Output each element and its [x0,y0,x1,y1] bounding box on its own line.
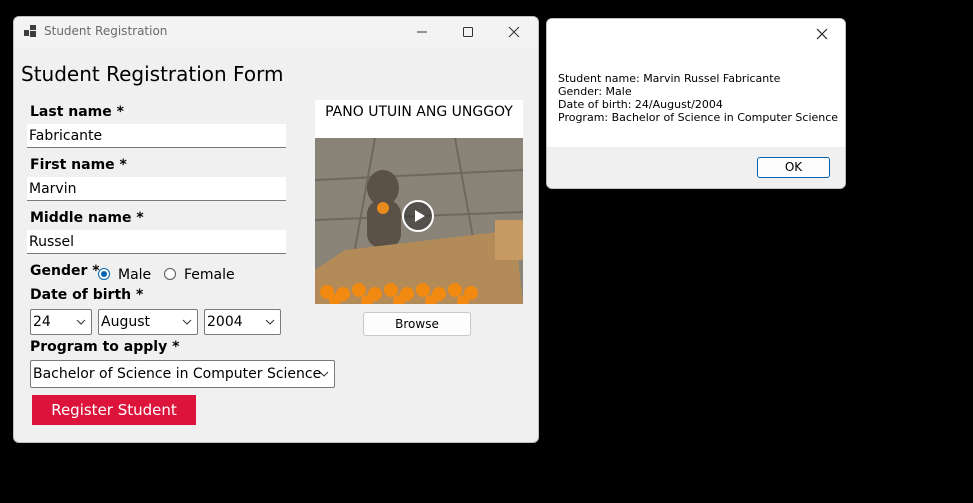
gender-female-radio[interactable] [164,268,176,280]
dob-month-value: August [101,314,150,330]
form-title: Student Registration Form [21,62,284,86]
maximize-icon [463,27,473,37]
register-student-button[interactable]: Register Student [32,395,196,425]
dialog-footer: OK [547,147,845,188]
dialog-line-dob: Date of birth: 24/August/2004 [558,98,723,111]
dialog-line-program: Program: Bachelor of Science in Computer… [558,111,839,124]
ok-button[interactable]: OK [757,157,830,178]
chevron-down-icon [265,319,275,325]
dob-year-select[interactable]: 2004 [204,309,281,335]
gender-male-label[interactable]: Male [118,267,151,283]
dialog-message: Student name: Marvin Russel Fabricante G… [558,72,838,124]
chevron-down-icon [319,371,329,377]
dob-month-select[interactable]: August [98,309,198,335]
title-bar[interactable]: Student Registration [14,17,538,47]
program-value: Bachelor of Science in Computer Science [33,366,322,382]
maximize-button[interactable] [445,17,491,47]
minimize-button[interactable] [399,17,445,47]
dob-year-value: 2004 [207,314,243,330]
gender-male-radio[interactable] [98,268,110,280]
registration-window: Student Registration Student Registratio… [13,16,539,443]
gender-female-label[interactable]: Female [184,267,235,283]
program-label: Program to apply * [30,339,180,355]
first-name-label: First name * [30,157,127,173]
close-icon [816,28,828,40]
window-title: Student Registration [44,24,168,38]
first-name-input[interactable]: Marvin [27,177,286,201]
dialog-line-name: Student name: Marvin Russel Fabricante [558,72,781,85]
play-button[interactable] [402,200,434,232]
student-photo: PANO UTUIN ANG UNGGOY [315,100,523,304]
dialog-title-bar[interactable] [547,19,845,49]
photo-caption: PANO UTUIN ANG UNGGOY [315,100,523,138]
close-button[interactable] [491,17,537,47]
app-icon [24,25,36,37]
play-icon [415,210,425,222]
chevron-down-icon [76,319,86,325]
chevron-down-icon [182,319,192,325]
middle-name-label: Middle name * [30,210,144,226]
program-select[interactable]: Bachelor of Science in Computer Science [30,360,335,388]
dob-day-select[interactable]: 24 [30,309,92,335]
dialog-close-button[interactable] [799,19,845,49]
browse-button[interactable]: Browse [363,312,471,336]
message-dialog: Student name: Marvin Russel Fabricante G… [546,18,846,189]
last-name-input[interactable]: Fabricante [27,124,286,148]
last-name-label: Last name * [30,104,124,120]
minimize-icon [417,31,427,33]
middle-name-input[interactable]: Russel [27,230,286,254]
close-icon [508,26,520,38]
dob-label: Date of birth * [30,287,144,303]
gender-label: Gender * [30,263,100,279]
dob-day-value: 24 [33,314,51,330]
dialog-line-gender: Gender: Male [558,85,632,98]
